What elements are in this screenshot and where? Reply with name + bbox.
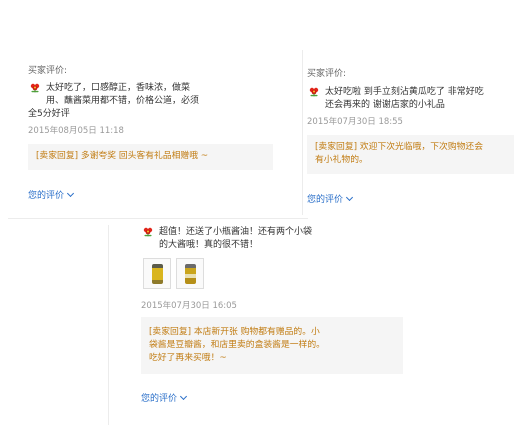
- review-card-1: 买家评价: 太好吃了，口感醇正，香味浓，做菜 用、蘸酱菜用都不错，价格公道，必须…: [28, 63, 278, 136]
- buyer-review-label: 买家评价:: [307, 69, 347, 79]
- red-flower-icon: [143, 227, 153, 237]
- photo-content: [152, 264, 163, 284]
- seller-reply-text: [卖家回复] 欢迎下次光临哦，下次购物还会: [315, 142, 484, 152]
- review-date: 2015年07月30日 16:05: [141, 301, 237, 311]
- review-line: 超值！还送了小瓶酱油！还有两个小袋: [159, 227, 313, 237]
- your-review-link[interactable]: 您的评价: [28, 188, 75, 201]
- review-line: 的大酱哦！真的很不错！: [159, 240, 259, 250]
- review-text: 太好吃了，口感醇正，香味浓，做菜 用、蘸酱菜用都不错，价格公道，必须: [46, 82, 266, 108]
- seller-reply: [卖家回复] 本店新开张 购物都有赠品的。小 袋酱是豆瓣酱，和店里卖的盒装酱是一…: [141, 317, 403, 374]
- divider-right: [302, 50, 303, 215]
- seller-reply-text: 有小礼物的。: [315, 155, 368, 165]
- chevron-down-icon: [179, 392, 188, 401]
- chevron-down-icon: [345, 193, 354, 202]
- review-date: 2015年08月05日 11:18: [28, 126, 124, 136]
- red-flower-icon: [30, 83, 40, 93]
- seller-reply: [卖家回复] 欢迎下次光临哦，下次购物还会 有小礼物的。: [307, 135, 514, 174]
- review-line: 用、蘸酱菜用都不错，价格公道，必须: [46, 96, 200, 106]
- product-photo[interactable]: [176, 258, 204, 289]
- your-review-label: 您的评价: [141, 394, 178, 404]
- chevron-down-icon: [66, 189, 75, 198]
- divider-left: [8, 218, 308, 219]
- product-photo[interactable]: [143, 258, 171, 289]
- divider-mid-vertical: [108, 225, 109, 425]
- review-date: 2015年07月30日 18:55: [307, 117, 403, 127]
- your-review-label: 您的评价: [307, 195, 344, 205]
- review-text: 太好吃啦 到手立刻沾黄瓜吃了 非常好吃 还会再来的 谢谢店家的小礼品: [325, 86, 515, 112]
- review-line: 还会再来的 谢谢店家的小礼品: [325, 100, 445, 110]
- your-review-link[interactable]: 您的评价: [307, 192, 354, 205]
- review-line: 全5分好评: [28, 109, 70, 119]
- buyer-review-label: 买家评价:: [28, 66, 68, 76]
- review-text: 超值！还送了小瓶酱油！还有两个小袋 的大酱哦！真的很不错！: [159, 226, 409, 252]
- seller-reply-text: [卖家回复] 本店新开张 购物都有赠品的。小: [149, 327, 320, 337]
- review-card-2: 买家评价: 太好吃啦 到手立刻沾黄瓜吃了 非常好吃 还会再来的 谢谢店家的小礼品…: [307, 66, 512, 127]
- review-line: 太好吃了，口感醇正，香味浓，做菜: [46, 83, 191, 93]
- red-flower-icon: [309, 87, 319, 97]
- seller-reply-text: 袋酱是豆瓣酱，和店里卖的盒装酱是一样的。: [149, 340, 325, 350]
- photo-content: [185, 264, 196, 284]
- your-review-link[interactable]: 您的评价: [141, 391, 188, 404]
- seller-reply-text: [卖家回复] 多谢夸奖 回头客有礼品相赠哦 ~: [36, 151, 209, 161]
- seller-reply-text: 吃好了再来买哦！~: [149, 353, 227, 363]
- your-review-label: 您的评价: [28, 191, 65, 201]
- seller-reply: [卖家回复] 多谢夸奖 回头客有礼品相赠哦 ~: [28, 144, 273, 170]
- review-line: 太好吃啦 到手立刻沾黄瓜吃了 非常好吃: [325, 87, 484, 97]
